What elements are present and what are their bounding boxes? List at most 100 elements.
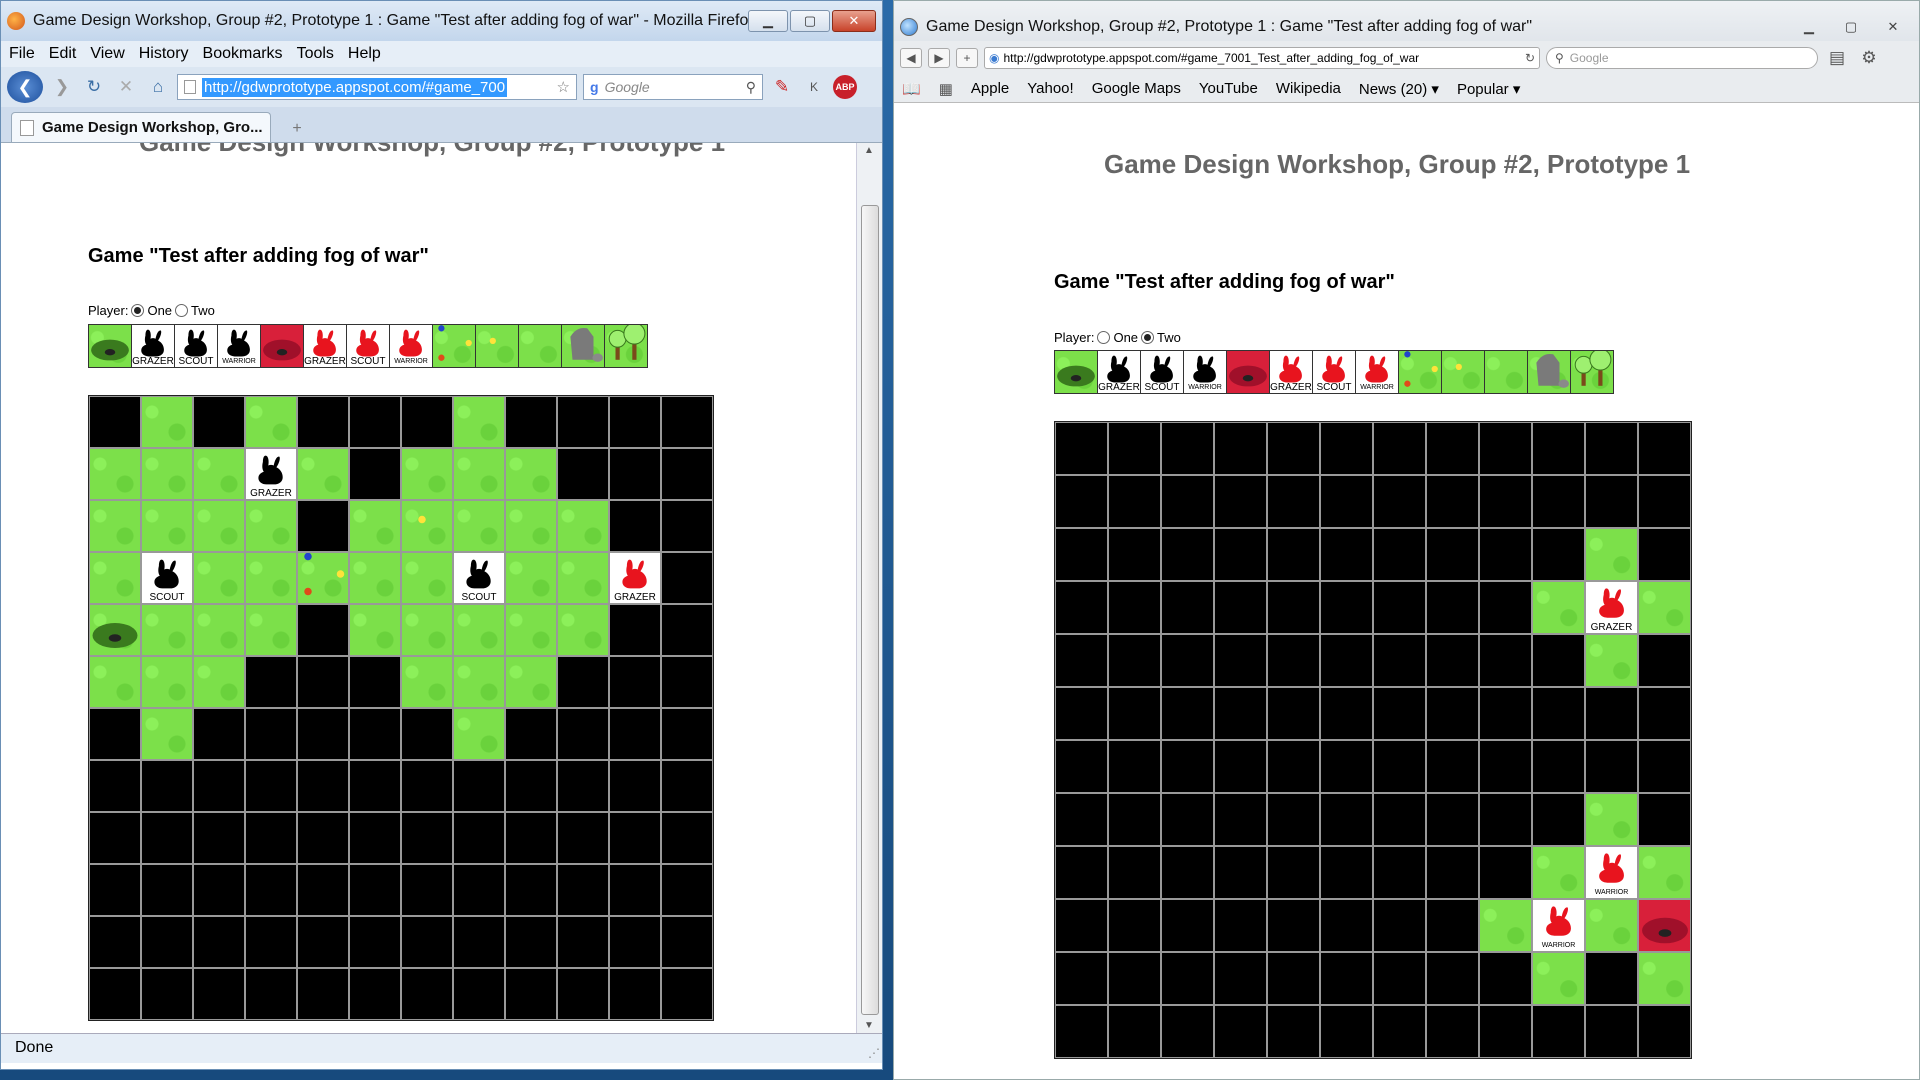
board-cell-fog[interactable] — [610, 865, 660, 915]
board-cell-grass[interactable] — [298, 449, 348, 499]
palette-tile-grass-flower[interactable] — [1442, 351, 1484, 393]
tab-game[interactable]: Game Design Workshop, Gro... — [11, 112, 271, 142]
board-cell-fog[interactable] — [142, 917, 192, 967]
board-cell-fog[interactable] — [1215, 953, 1266, 1004]
board-cell-fog[interactable] — [506, 761, 556, 811]
board-cell-fog[interactable] — [350, 709, 400, 759]
board-cell-fog[interactable] — [246, 709, 296, 759]
board-cell-fog[interactable] — [1321, 529, 1372, 580]
board-cell-fog[interactable] — [350, 657, 400, 707]
board-cell-fog[interactable] — [610, 709, 660, 759]
board-cell-fog[interactable] — [298, 969, 348, 1019]
board-cell-fog[interactable] — [1215, 900, 1266, 951]
board-cell-fog[interactable] — [1056, 635, 1107, 686]
bookmark-wikipedia[interactable]: Wikipedia — [1276, 80, 1341, 97]
board-cell-fog[interactable] — [194, 865, 244, 915]
board-cell-grass[interactable] — [506, 657, 556, 707]
board-cell-fog[interactable] — [1480, 794, 1531, 845]
board-cell-grass[interactable] — [1639, 847, 1690, 898]
board-cell-fog[interactable] — [454, 761, 504, 811]
board-cell-fog[interactable] — [1480, 529, 1531, 580]
board-cell-fog[interactable] — [194, 917, 244, 967]
close-button[interactable]: ✕ — [832, 10, 876, 32]
board-cell-fog[interactable] — [1427, 529, 1478, 580]
board-cell-fog[interactable] — [1639, 423, 1690, 474]
board-cell-fog[interactable] — [506, 397, 556, 447]
board-cell-fog[interactable] — [1639, 529, 1690, 580]
board-cell-fog[interactable] — [402, 709, 452, 759]
board-cell-grass[interactable] — [1639, 953, 1690, 1004]
board-cell-fog[interactable] — [662, 397, 712, 447]
board-cell-fog[interactable] — [1268, 794, 1319, 845]
board-cell-fog[interactable] — [1427, 847, 1478, 898]
board-cell-fog[interactable] — [1215, 476, 1266, 527]
new-tab-button[interactable]: + — [277, 116, 317, 142]
board-cell-fog[interactable] — [1109, 900, 1160, 951]
board-cell-grass[interactable] — [402, 449, 452, 499]
board-cell-fog[interactable] — [1268, 953, 1319, 1004]
board-cell-grass[interactable] — [454, 605, 504, 655]
board-cell-fog[interactable] — [298, 605, 348, 655]
board-cell-fog[interactable] — [558, 397, 608, 447]
board-cell-fog[interactable] — [1321, 1006, 1372, 1057]
board-cell-fog[interactable] — [1321, 476, 1372, 527]
board-cell-fog[interactable] — [1109, 741, 1160, 792]
board-cell-fog[interactable] — [662, 813, 712, 863]
board-cell-unit[interactable]: GRAZER — [610, 553, 660, 603]
board-cell-fog[interactable] — [662, 501, 712, 551]
board-cell-fog[interactable] — [454, 917, 504, 967]
menu-view[interactable]: View — [90, 45, 124, 63]
back-icon[interactable]: ◀ — [900, 48, 922, 68]
board-cell-fog[interactable] — [194, 969, 244, 1019]
board-cell-fog[interactable] — [1109, 476, 1160, 527]
board-cell-fog[interactable] — [1427, 423, 1478, 474]
scroll-down-icon[interactable]: ▼ — [864, 1020, 874, 1031]
vertical-scrollbar[interactable]: ▲ ▼ — [856, 143, 882, 1033]
board-cell-fog[interactable] — [1480, 1006, 1531, 1057]
board-cell-fog[interactable] — [1268, 1006, 1319, 1057]
board-cell-fog[interactable] — [1374, 582, 1425, 633]
board-cell-fog[interactable] — [558, 969, 608, 1019]
board-cell-grass[interactable] — [454, 709, 504, 759]
board-cell-fog[interactable] — [610, 813, 660, 863]
board-cell-fog[interactable] — [1056, 423, 1107, 474]
board-cell-fog[interactable] — [1639, 741, 1690, 792]
board-cell-grass[interactable] — [1533, 953, 1584, 1004]
board-cell-fog[interactable] — [1321, 900, 1372, 951]
board-cell-fog[interactable] — [558, 709, 608, 759]
board-cell-fog[interactable] — [90, 865, 140, 915]
board-cell-fog[interactable] — [1374, 688, 1425, 739]
board-cell-grass[interactable] — [506, 553, 556, 603]
board-cell-grass[interactable] — [194, 605, 244, 655]
reading-list-icon[interactable]: 📖 — [902, 80, 921, 98]
board-cell-grass[interactable] — [142, 501, 192, 551]
board-cell-fog[interactable] — [1162, 953, 1213, 1004]
board-cell-fog[interactable] — [1321, 953, 1372, 1004]
board-cell-flowers[interactable] — [298, 553, 348, 603]
board-cell-fog[interactable] — [1321, 794, 1372, 845]
board-cell-fog[interactable] — [610, 605, 660, 655]
board-cell-fog[interactable] — [142, 813, 192, 863]
board-cell-fog[interactable] — [1639, 476, 1690, 527]
board-cell-fog[interactable] — [90, 761, 140, 811]
player-one-radio[interactable] — [131, 304, 145, 317]
palette-tile-burrow-green[interactable] — [1055, 351, 1097, 393]
board-cell-grass[interactable] — [1586, 900, 1637, 951]
board-cell-fog[interactable] — [1321, 688, 1372, 739]
board-cell-fog[interactable] — [1639, 635, 1690, 686]
board-cell-fog[interactable] — [298, 501, 348, 551]
bookmark-star-icon[interactable]: ☆ — [557, 78, 570, 96]
top-sites-icon[interactable]: ▦ — [939, 80, 953, 98]
board-cell-fog[interactable] — [506, 709, 556, 759]
board-cell-fog[interactable] — [1109, 953, 1160, 1004]
board-cell-fog[interactable] — [1056, 847, 1107, 898]
board-cell-unit[interactable]: SCOUT — [454, 553, 504, 603]
board-cell-fog[interactable] — [610, 501, 660, 551]
board-cell-fog[interactable] — [298, 397, 348, 447]
board-cell-fog[interactable] — [1374, 953, 1425, 1004]
palette-tile-rabbit-black[interactable]: SCOUT — [1141, 351, 1183, 393]
board-cell-fog[interactable] — [246, 761, 296, 811]
board-cell-grass[interactable] — [246, 605, 296, 655]
board-cell-fog[interactable] — [1533, 1006, 1584, 1057]
bookmark-yahoo[interactable]: Yahoo! — [1027, 80, 1073, 97]
